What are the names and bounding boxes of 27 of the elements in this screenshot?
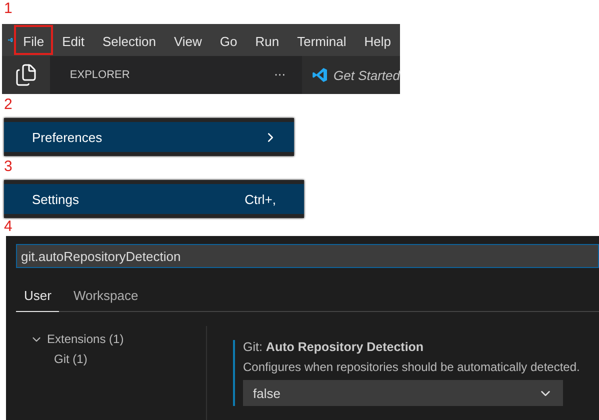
menu-item[interactable]: Go xyxy=(210,25,246,55)
files-icon[interactable] xyxy=(14,63,38,87)
tree-item[interactable]: Extensions (1) xyxy=(30,332,206,346)
menu-item[interactable]: Run xyxy=(246,25,288,55)
tree-item[interactable]: Git (1) xyxy=(30,352,206,366)
step-number: 2 xyxy=(3,96,12,114)
menu-item[interactable]: Selection xyxy=(93,25,165,55)
menu-item[interactable]: Edit xyxy=(53,25,94,55)
more-actions[interactable]: ··· xyxy=(274,68,286,82)
menu-item[interactable]: Settings Ctrl+, xyxy=(4,184,304,214)
setting-title: Git: Auto Repository Detection xyxy=(243,340,425,354)
setting-description: Configures when repositories should be automatically detected. xyxy=(243,360,580,374)
step-number: 1 xyxy=(3,0,12,18)
menu-item[interactable]: View xyxy=(164,25,211,55)
explorer-title: EXPLORER xyxy=(70,69,130,81)
settings-tab[interactable]: User xyxy=(16,282,60,312)
search-field[interactable]: git.autoRepositoryDetection xyxy=(16,244,599,268)
value-dropdown[interactable]: false xyxy=(243,380,563,406)
menu-item[interactable]: Help xyxy=(355,25,400,55)
menu-item[interactable]: Preferences xyxy=(4,122,294,152)
menu-item[interactable]: File xyxy=(14,25,54,55)
logo-icon xyxy=(312,67,328,83)
settings-tab[interactable]: Workspace xyxy=(65,282,146,312)
menu-item[interactable]: Terminal xyxy=(288,25,356,55)
editor-tab[interactable]: Get Started xyxy=(302,56,400,94)
step-number: 4 xyxy=(3,218,12,236)
step-number: 3 xyxy=(3,158,12,176)
